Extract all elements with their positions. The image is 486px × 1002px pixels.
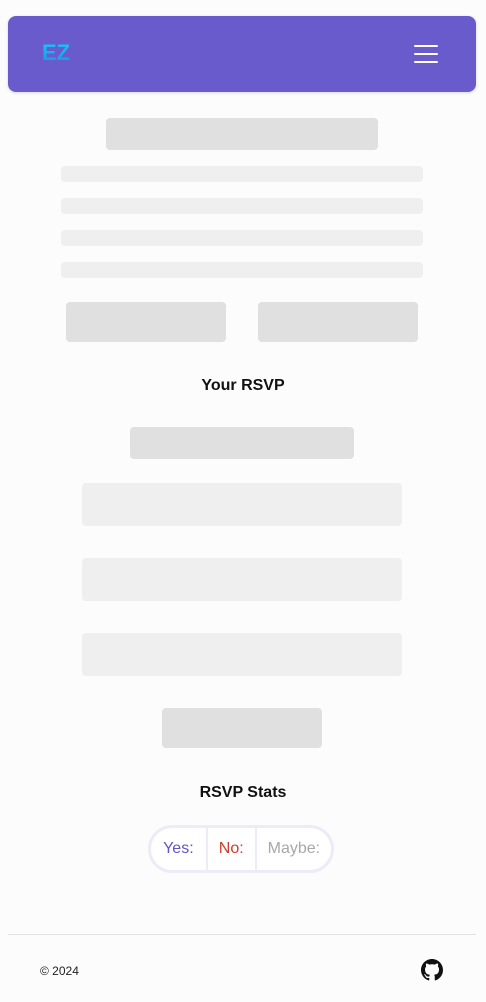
stat-maybe: Maybe: [254, 828, 331, 870]
hamburger-menu-icon [414, 45, 438, 47]
logo[interactable]: EZ [42, 40, 70, 66]
event-detail-line-skeleton [61, 262, 423, 278]
github-icon[interactable] [421, 959, 443, 981]
header-bar: EZ [8, 16, 476, 92]
rsvp-heading-skeleton [130, 427, 354, 459]
rsvp-section-title: Your RSVP [201, 377, 285, 394]
rsvp-stats-group: Yes: No: Maybe: [148, 825, 334, 873]
event-detail-line-skeleton [61, 166, 423, 182]
rsvp-stats-title: RSVP Stats [199, 784, 287, 801]
event-title-skeleton [106, 118, 378, 150]
event-action-button-skeleton [258, 302, 418, 342]
rsvp-input-skeleton [82, 558, 402, 601]
stat-no: No: [205, 828, 255, 870]
copyright-text: © 2024 [40, 964, 79, 978]
footer-divider [8, 934, 476, 935]
event-detail-line-skeleton [61, 230, 423, 246]
hamburger-menu-icon-bar [414, 53, 438, 55]
hamburger-menu-button[interactable] [410, 40, 440, 68]
rsvp-submit-button-skeleton [162, 708, 322, 748]
page: EZ Your RSVP RSVP Stats Yes: No: Maybe: … [0, 0, 486, 1002]
event-detail-line-skeleton [61, 198, 423, 214]
event-action-button-skeleton [66, 302, 226, 342]
stat-yes: Yes: [163, 840, 194, 857]
rsvp-input-skeleton [82, 483, 402, 526]
hamburger-menu-icon-bar [414, 61, 438, 63]
rsvp-input-skeleton [82, 633, 402, 676]
